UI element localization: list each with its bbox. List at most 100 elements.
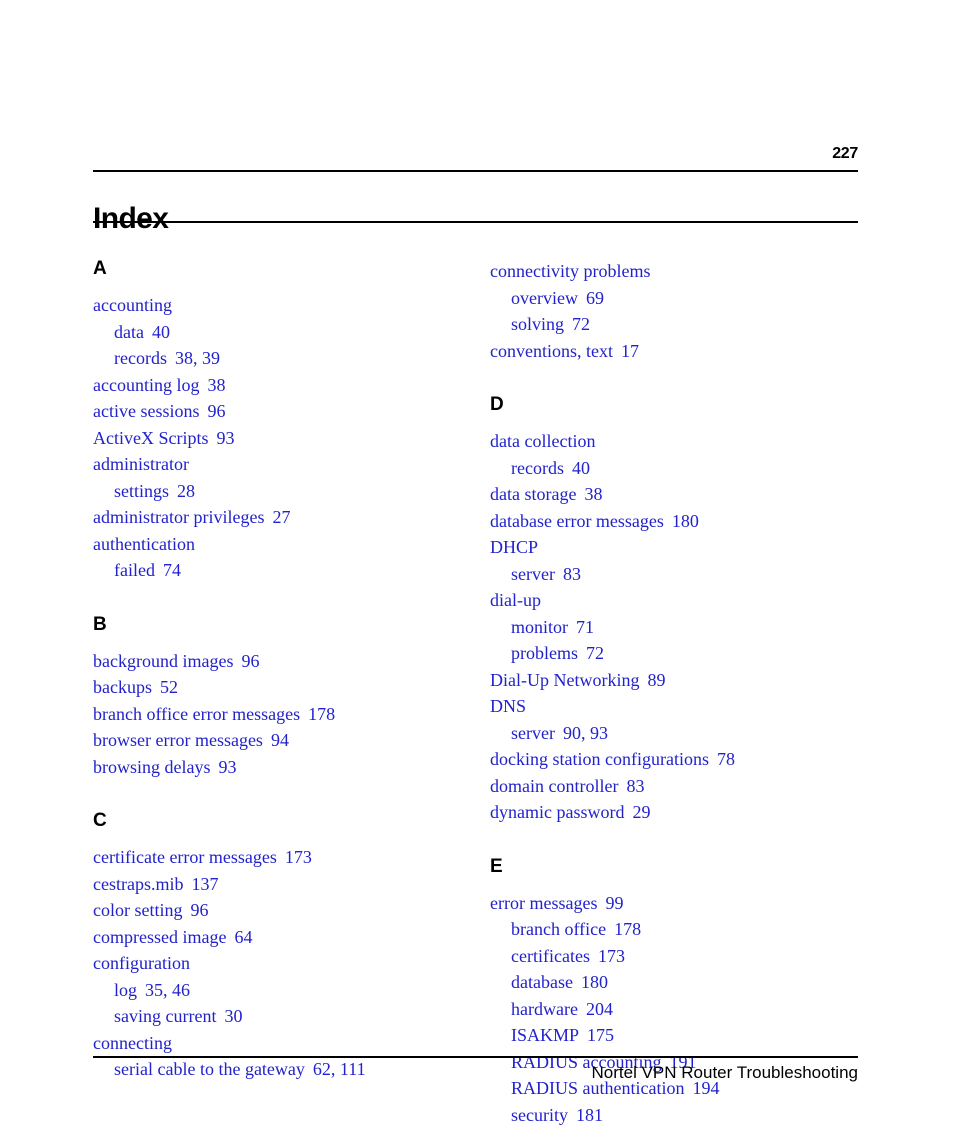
- index-entry[interactable]: accounting: [93, 292, 463, 319]
- index-entry[interactable]: data storage 38: [490, 481, 860, 508]
- index-entry[interactable]: records 40: [490, 455, 860, 482]
- index-entry[interactable]: ISAKMP 175: [490, 1022, 860, 1049]
- index-entry-term: records: [114, 348, 167, 368]
- index-entry-pages: 173: [597, 945, 625, 966]
- index-entry-pages: 27: [272, 507, 291, 527]
- index-entry-term: domain controller: [490, 775, 619, 796]
- index-entry[interactable]: ActiveX Scripts 93: [93, 425, 463, 452]
- index-entry-term: configuration: [93, 953, 190, 973]
- index-entry[interactable]: security 181: [490, 1102, 860, 1129]
- index-entry[interactable]: error messages 99: [490, 890, 860, 917]
- letter-heading-b: B: [93, 613, 107, 635]
- index-entry[interactable]: color setting 96: [93, 897, 463, 924]
- index-entry-term: dial-up: [490, 590, 541, 610]
- index-group: Aaccounting data 40 records 38, 39 accounting…: [93, 258, 463, 584]
- index-entry-term: hardware: [511, 998, 578, 1019]
- letter-heading-d: D: [490, 394, 504, 415]
- index-entry[interactable]: connecting: [93, 1030, 463, 1057]
- index-entry[interactable]: configuration: [93, 950, 463, 977]
- index-entry-pages: 96: [190, 900, 209, 920]
- index-entry-pages: 204: [585, 998, 613, 1019]
- index-entry[interactable]: log 35, 46: [93, 977, 463, 1004]
- index-entry[interactable]: conventions, text 17: [490, 338, 860, 365]
- index-entry-term: connecting: [93, 1032, 172, 1053]
- index-page: 227 Index Aaccounting data 40 records 38, 39…: [0, 0, 954, 1145]
- index-entry[interactable]: data collection: [490, 428, 860, 455]
- index-entry[interactable]: branch office error messages 178: [93, 701, 463, 728]
- index-entry[interactable]: failed 74: [93, 557, 463, 584]
- index-entry[interactable]: cestraps.mib 137: [93, 871, 463, 898]
- index-entry-term: browsing delays: [93, 756, 211, 777]
- index-entry-pages: 38: [207, 374, 226, 395]
- index-entry[interactable]: database error messages 180: [490, 508, 860, 535]
- index-entry-term: monitor: [511, 616, 568, 637]
- index-group: Bbackground images 96 backups 52 branch offi…: [93, 614, 463, 781]
- index-entry-term: server: [511, 563, 555, 584]
- index-entry-pages: 71: [576, 616, 594, 637]
- index-entry[interactable]: compressed image 64: [93, 924, 463, 951]
- index-entry-pages: 78: [716, 749, 735, 769]
- index-entry[interactable]: browser error messages 94: [93, 727, 463, 754]
- index-entry[interactable]: hardware 204: [490, 996, 860, 1023]
- index-entry-term: security: [511, 1104, 568, 1125]
- index-entry[interactable]: branch office 178: [490, 916, 860, 943]
- index-entry-pages: 69: [585, 287, 604, 308]
- index-entry-pages: 137: [191, 873, 219, 894]
- index-entry[interactable]: dial-up: [490, 587, 860, 614]
- index-entry[interactable]: server 90, 93: [490, 720, 860, 747]
- index-entry[interactable]: server 83: [490, 561, 860, 588]
- index-group: Eerror messages 99 branch office 178 certifi…: [490, 856, 860, 1129]
- index-entry[interactable]: accounting log 38: [93, 372, 463, 399]
- index-entry[interactable]: administrator privileges 27: [93, 504, 463, 531]
- index-entry-term: records: [511, 457, 564, 478]
- index-entry-term: authentication: [93, 533, 195, 554]
- index-entry-term: branch office error messages: [93, 703, 301, 724]
- index-entry[interactable]: docking station configurations 78: [490, 746, 860, 773]
- index-entry-term: cestraps.mib: [93, 873, 184, 894]
- index-entry[interactable]: saving current 30: [93, 1003, 463, 1030]
- index-entry-term: server: [511, 722, 555, 743]
- index-entry[interactable]: browsing delays 93: [93, 754, 463, 781]
- index-entry[interactable]: database 180: [490, 969, 860, 996]
- index-entry-term: active sessions: [93, 401, 200, 421]
- index-entry-term: Dial-Up Networking: [490, 669, 640, 690]
- index-entry[interactable]: active sessions 96: [93, 398, 463, 425]
- index-entry[interactable]: certificates 173: [490, 943, 860, 970]
- index-entry[interactable]: backups 52: [93, 674, 463, 701]
- index-entry-pages: 180: [671, 510, 699, 531]
- index-entry[interactable]: Dial-Up Networking 89: [490, 667, 860, 694]
- index-entry[interactable]: problems 72: [490, 640, 860, 667]
- index-entry-term: backups: [93, 677, 152, 697]
- index-entry-term: ActiveX Scripts: [93, 427, 209, 448]
- index-entry-pages: 83: [562, 563, 581, 584]
- index-entry[interactable]: settings 28: [93, 478, 463, 505]
- index-entry-term: ISAKMP: [511, 1025, 580, 1045]
- header-rule: [93, 170, 858, 172]
- index-entry-term: administrator privileges: [93, 507, 265, 527]
- index-entry-pages: 96: [241, 650, 260, 671]
- index-entry[interactable]: data 40: [93, 319, 463, 346]
- index-entry[interactable]: solving 72: [490, 311, 860, 338]
- index-entry[interactable]: monitor 71: [490, 614, 860, 641]
- index-entry[interactable]: administrator: [93, 451, 463, 478]
- index-entry[interactable]: domain controller 83: [490, 773, 860, 800]
- index-entry[interactable]: certificate error messages 173: [93, 844, 463, 871]
- index-entry-term: accounting log: [93, 374, 200, 395]
- index-entry[interactable]: background images 96: [93, 648, 463, 675]
- index-entry-term: browser error messages: [93, 730, 263, 750]
- index-entry-pages: 35, 46: [145, 979, 191, 1000]
- index-entry[interactable]: DNS: [490, 693, 860, 720]
- index-entry[interactable]: overview 69: [490, 285, 860, 312]
- index-entry[interactable]: records 38, 39: [93, 345, 463, 372]
- index-entry-term: administrator: [93, 454, 189, 474]
- index-entry[interactable]: DHCP: [490, 534, 860, 561]
- index-entry[interactable]: authentication: [93, 531, 463, 558]
- title-rule: [93, 221, 858, 223]
- index-entry-term: log: [114, 979, 138, 1000]
- index-group: Ccertificate error messages 173 cestraps.m…: [93, 810, 463, 1083]
- index-entry[interactable]: connectivity problems: [490, 258, 860, 285]
- index-entry-pages: 28: [177, 480, 196, 501]
- index-entry-term: solving: [511, 314, 565, 334]
- index-entry-pages: 93: [218, 756, 237, 777]
- index-entry[interactable]: dynamic password 29: [490, 799, 860, 826]
